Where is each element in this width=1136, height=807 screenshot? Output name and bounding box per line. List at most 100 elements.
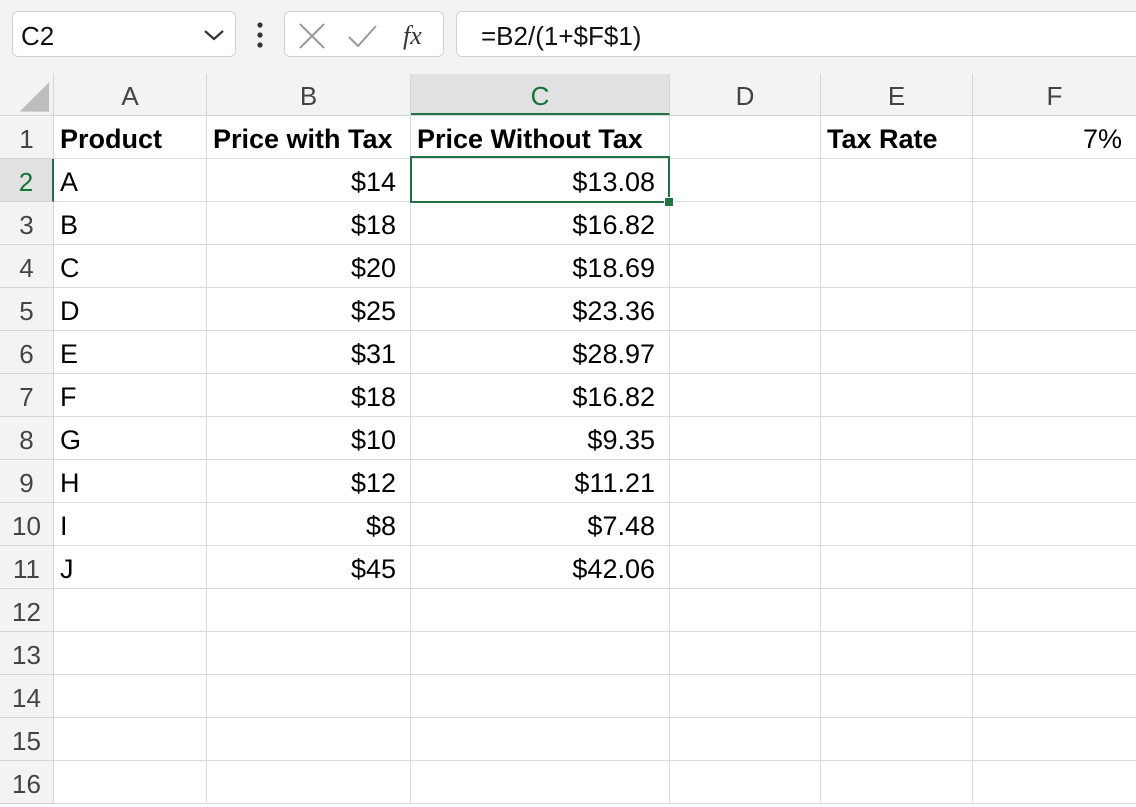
cell-f8[interactable] bbox=[973, 417, 1136, 460]
cell-a2[interactable]: A bbox=[54, 159, 207, 202]
column-header-f[interactable]: F bbox=[973, 74, 1136, 115]
cell-a16[interactable] bbox=[54, 761, 207, 804]
cell-b15[interactable] bbox=[207, 718, 411, 761]
cell-d16[interactable] bbox=[670, 761, 821, 804]
cell-b4[interactable]: $20 bbox=[207, 245, 411, 288]
column-header-e[interactable]: E bbox=[821, 74, 973, 115]
cell-c4[interactable]: $18.69 bbox=[411, 245, 670, 288]
cell-d4[interactable] bbox=[670, 245, 821, 288]
cell-e6[interactable] bbox=[821, 331, 973, 374]
cell-e16[interactable] bbox=[821, 761, 973, 804]
check-icon[interactable] bbox=[347, 22, 377, 50]
cell-d11[interactable] bbox=[670, 546, 821, 589]
cell-c9[interactable]: $11.21 bbox=[411, 460, 670, 503]
cell-d7[interactable] bbox=[670, 374, 821, 417]
cell-b8[interactable]: $10 bbox=[207, 417, 411, 460]
cell-f13[interactable] bbox=[973, 632, 1136, 675]
cell-b1[interactable]: Price with Tax bbox=[207, 116, 411, 159]
cell-f12[interactable] bbox=[973, 589, 1136, 632]
cell-b12[interactable] bbox=[207, 589, 411, 632]
cell-a7[interactable]: F bbox=[54, 374, 207, 417]
row-header-9[interactable]: 9 bbox=[0, 460, 54, 503]
cell-b7[interactable]: $18 bbox=[207, 374, 411, 417]
column-header-a[interactable]: A bbox=[54, 74, 207, 115]
cell-b10[interactable]: $8 bbox=[207, 503, 411, 546]
cell-e14[interactable] bbox=[821, 675, 973, 718]
cell-c2[interactable]: $13.08 bbox=[411, 159, 670, 202]
column-header-d[interactable]: D bbox=[670, 74, 821, 115]
cell-f5[interactable] bbox=[973, 288, 1136, 331]
cell-b14[interactable] bbox=[207, 675, 411, 718]
row-header-2[interactable]: 2 bbox=[0, 159, 54, 202]
cell-a14[interactable] bbox=[54, 675, 207, 718]
select-all-corner[interactable] bbox=[0, 74, 54, 115]
cell-f11[interactable] bbox=[973, 546, 1136, 589]
cell-a6[interactable]: E bbox=[54, 331, 207, 374]
cell-c11[interactable]: $42.06 bbox=[411, 546, 670, 589]
row-header-7[interactable]: 7 bbox=[0, 374, 54, 417]
row-header-4[interactable]: 4 bbox=[0, 245, 54, 288]
cell-c13[interactable] bbox=[411, 632, 670, 675]
cell-e7[interactable] bbox=[821, 374, 973, 417]
cell-d14[interactable] bbox=[670, 675, 821, 718]
cell-a3[interactable]: B bbox=[54, 202, 207, 245]
cell-a13[interactable] bbox=[54, 632, 207, 675]
cell-f16[interactable] bbox=[973, 761, 1136, 804]
fill-handle[interactable] bbox=[664, 197, 674, 207]
cell-d12[interactable] bbox=[670, 589, 821, 632]
cell-b16[interactable] bbox=[207, 761, 411, 804]
cell-c6[interactable]: $28.97 bbox=[411, 331, 670, 374]
cell-a12[interactable] bbox=[54, 589, 207, 632]
cell-f3[interactable] bbox=[973, 202, 1136, 245]
cell-a1[interactable]: Product bbox=[54, 116, 207, 159]
cell-a15[interactable] bbox=[54, 718, 207, 761]
formula-bar[interactable]: =B2/(1+$F$1) bbox=[456, 11, 1136, 57]
cell-c14[interactable] bbox=[411, 675, 670, 718]
cell-b6[interactable]: $31 bbox=[207, 331, 411, 374]
cell-e3[interactable] bbox=[821, 202, 973, 245]
cell-d6[interactable] bbox=[670, 331, 821, 374]
column-header-c[interactable]: C bbox=[411, 74, 670, 115]
cell-a4[interactable]: C bbox=[54, 245, 207, 288]
cell-d2[interactable] bbox=[670, 159, 821, 202]
row-header-3[interactable]: 3 bbox=[0, 202, 54, 245]
cell-a11[interactable]: J bbox=[54, 546, 207, 589]
cell-e2[interactable] bbox=[821, 159, 973, 202]
cell-f15[interactable] bbox=[973, 718, 1136, 761]
cell-a10[interactable]: I bbox=[54, 503, 207, 546]
cell-b5[interactable]: $25 bbox=[207, 288, 411, 331]
row-header-6[interactable]: 6 bbox=[0, 331, 54, 374]
cell-a5[interactable]: D bbox=[54, 288, 207, 331]
cell-a8[interactable]: G bbox=[54, 417, 207, 460]
cell-b11[interactable]: $45 bbox=[207, 546, 411, 589]
row-header-11[interactable]: 11 bbox=[0, 546, 54, 589]
row-header-5[interactable]: 5 bbox=[0, 288, 54, 331]
row-header-15[interactable]: 15 bbox=[0, 718, 54, 761]
cell-f10[interactable] bbox=[973, 503, 1136, 546]
cell-e9[interactable] bbox=[821, 460, 973, 503]
cell-d15[interactable] bbox=[670, 718, 821, 761]
cell-e13[interactable] bbox=[821, 632, 973, 675]
chevron-down-icon[interactable] bbox=[203, 28, 225, 42]
cell-d9[interactable] bbox=[670, 460, 821, 503]
cell-e5[interactable] bbox=[821, 288, 973, 331]
row-header-10[interactable]: 10 bbox=[0, 503, 54, 546]
cell-d8[interactable] bbox=[670, 417, 821, 460]
cell-f4[interactable] bbox=[973, 245, 1136, 288]
column-header-b[interactable]: B bbox=[207, 74, 411, 115]
x-icon[interactable] bbox=[297, 22, 327, 50]
cell-c15[interactable] bbox=[411, 718, 670, 761]
row-header-1[interactable]: 1 bbox=[0, 116, 54, 159]
cell-d13[interactable] bbox=[670, 632, 821, 675]
cell-e12[interactable] bbox=[821, 589, 973, 632]
cell-b13[interactable] bbox=[207, 632, 411, 675]
cell-e11[interactable] bbox=[821, 546, 973, 589]
cell-c5[interactable]: $23.36 bbox=[411, 288, 670, 331]
row-header-13[interactable]: 13 bbox=[0, 632, 54, 675]
cell-f1[interactable]: 7% bbox=[973, 116, 1136, 159]
cell-f14[interactable] bbox=[973, 675, 1136, 718]
name-box[interactable]: C2 bbox=[12, 11, 236, 57]
cell-a9[interactable]: H bbox=[54, 460, 207, 503]
cell-c12[interactable] bbox=[411, 589, 670, 632]
cell-e10[interactable] bbox=[821, 503, 973, 546]
